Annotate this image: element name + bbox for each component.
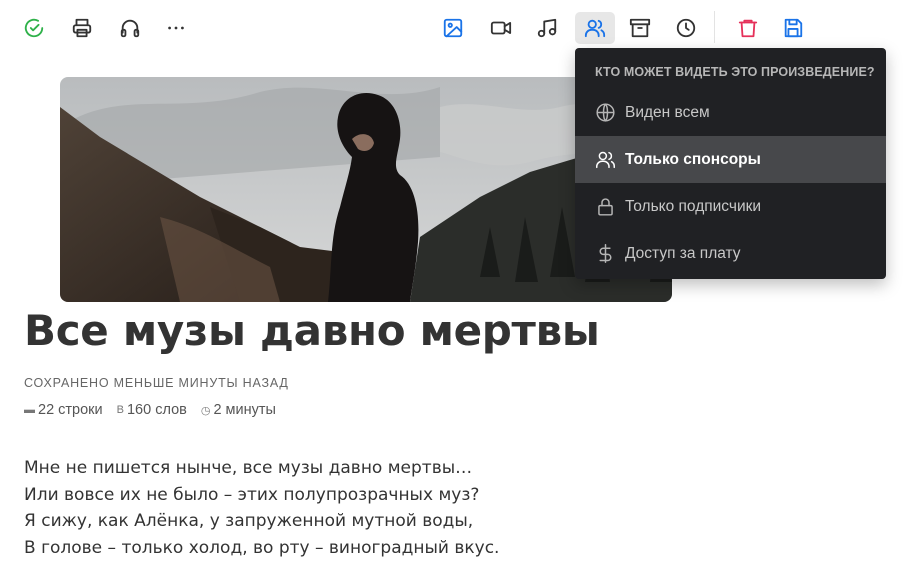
video-icon — [490, 21, 512, 35]
poem-line: В голове – только холод, во рту – виногр… — [24, 537, 500, 558]
archive-icon — [629, 18, 651, 38]
option-label: Виден всем — [625, 103, 710, 121]
insert-video-button[interactable] — [481, 12, 521, 44]
words-count: 160 слов — [126, 402, 187, 418]
save-status: СОХРАНЕНО МЕНЬШЕ МИНУТЫ НАЗАД — [24, 376, 289, 390]
delete-button[interactable] — [728, 12, 768, 44]
reading-time-stat: ◷ 2 минуты — [201, 402, 276, 418]
visibility-option-public[interactable]: Виден всем — [575, 89, 886, 136]
lines-count: 22 строки — [38, 402, 103, 418]
check-circle-icon — [24, 18, 44, 38]
option-label: Только спонсоры — [625, 150, 761, 168]
poem-line: Я сижу, как Алёнка, у запруженной мутной… — [24, 511, 474, 531]
users-icon — [596, 151, 615, 169]
poem-line: Мне не пишется нынче, все музы давно мер… — [24, 458, 473, 478]
reading-time: 2 минуты — [213, 402, 276, 418]
dropdown-header: КТО МОЖЕТ ВИДЕТЬ ЭТО ПРОИЗВЕДЕНИЕ? — [595, 65, 875, 79]
save-icon — [784, 18, 803, 38]
image-icon — [443, 18, 463, 38]
words-stat: В 160 слов — [117, 402, 187, 418]
visibility-option-paid[interactable]: Доступ за плату — [575, 230, 886, 277]
lines-icon: ▬ — [24, 404, 35, 416]
globe-icon — [596, 103, 615, 122]
poem-body[interactable]: Мне не пишется нынче, все музы давно мер… — [24, 455, 499, 561]
visibility-button[interactable] — [575, 12, 615, 44]
toolbar-divider — [714, 11, 715, 43]
headphones-icon — [120, 19, 140, 38]
more-button[interactable] — [156, 12, 196, 44]
printer-icon — [72, 18, 92, 38]
lines-stat: ▬ 22 строки — [24, 402, 103, 418]
insert-image-button[interactable] — [433, 12, 473, 44]
lock-icon — [598, 198, 613, 216]
publish-check-button[interactable] — [14, 12, 54, 44]
save-button[interactable] — [773, 12, 813, 44]
words-icon: В — [116, 404, 124, 416]
visibility-option-sponsors[interactable]: Только спонсоры — [575, 136, 886, 183]
schedule-button[interactable] — [666, 12, 706, 44]
poem-line: Или вовсе их не было – этих полупрозрачн… — [24, 484, 480, 505]
more-icon — [168, 26, 184, 30]
archive-button[interactable] — [620, 12, 660, 44]
post-stats: ▬ 22 строки В 160 слов ◷ 2 минуты — [24, 402, 276, 418]
music-icon — [537, 18, 557, 38]
option-label: Только подписчики — [625, 197, 762, 215]
insert-music-button[interactable] — [527, 12, 567, 44]
users-icon — [584, 19, 606, 38]
clock-icon — [676, 18, 696, 38]
visibility-dropdown: КТО МОЖЕТ ВИДЕТЬ ЭТО ПРОИЗВЕДЕНИЕ? Виден… — [575, 48, 886, 279]
print-button[interactable] — [62, 12, 102, 44]
dollar-icon — [599, 244, 612, 263]
clock-small-icon: ◷ — [200, 404, 211, 417]
listen-button[interactable] — [110, 12, 150, 44]
post-title[interactable]: Все музы давно мертвы — [24, 306, 600, 355]
visibility-option-subscribers[interactable]: Только подписчики — [575, 183, 886, 230]
option-label: Доступ за плату — [625, 244, 741, 262]
trash-icon — [738, 19, 758, 38]
